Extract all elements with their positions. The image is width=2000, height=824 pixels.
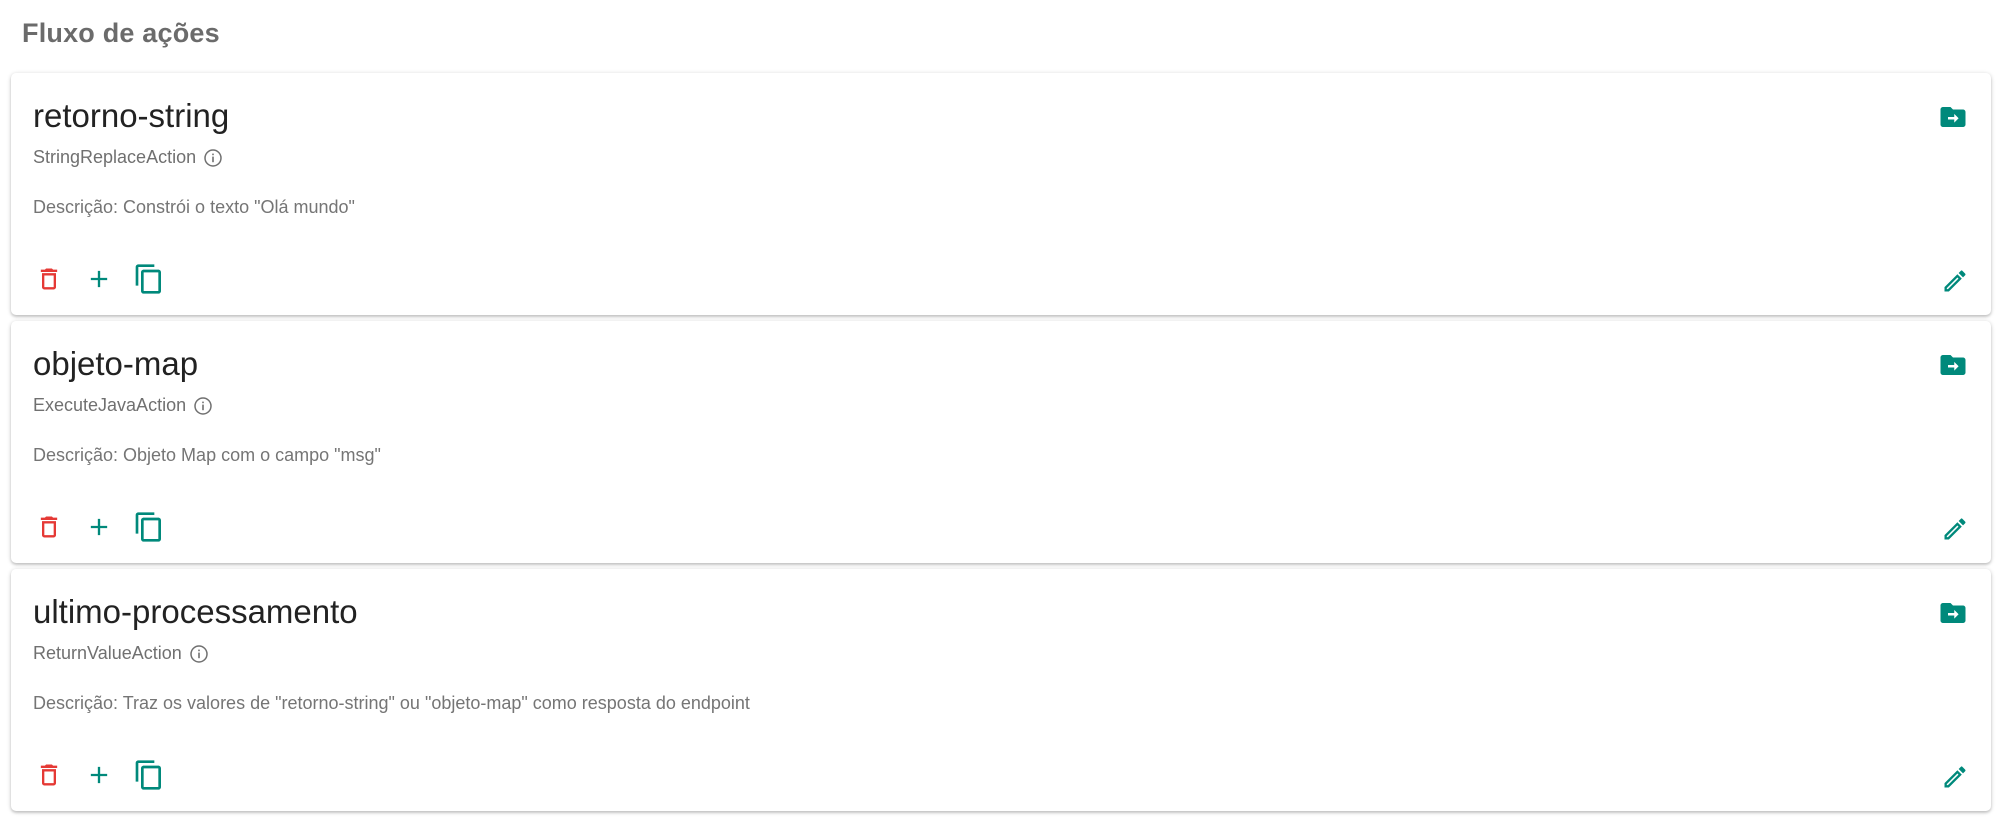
add-button[interactable] (83, 263, 115, 295)
action-buttons (33, 263, 165, 295)
action-description: Descrição: Objeto Map com o campo "msg" (33, 445, 381, 465)
action-card: objeto-map ExecuteJavaAction Descrição: … (11, 321, 1991, 563)
action-card: retorno-string StringReplaceAction Descr… (11, 73, 1991, 315)
pencil-icon (1944, 766, 1966, 788)
info-icon[interactable] (189, 644, 209, 664)
action-type: StringReplaceAction (33, 147, 223, 168)
action-buttons (33, 759, 165, 791)
plus-icon (90, 766, 108, 784)
export-button[interactable] (1937, 101, 1969, 133)
copy-button[interactable] (133, 759, 165, 791)
action-flow-page: Fluxo de ações retorno-string StringRepl… (0, 0, 2000, 824)
section-title: Fluxo de ações (22, 18, 220, 48)
add-button[interactable] (83, 759, 115, 791)
copy-button[interactable] (133, 511, 165, 543)
copy-button[interactable] (133, 263, 165, 295)
folder-export-icon (1940, 355, 1966, 375)
pencil-icon (1944, 518, 1966, 540)
edit-button[interactable] (1939, 513, 1971, 545)
delete-button[interactable] (33, 263, 65, 295)
export-button[interactable] (1937, 349, 1969, 381)
action-card: ultimo-processamento ReturnValueAction D… (11, 569, 1991, 811)
pencil-icon (1944, 270, 1966, 292)
action-type-label: ReturnValueAction (33, 643, 182, 663)
action-type: ExecuteJavaAction (33, 395, 213, 416)
copy-icon (135, 512, 161, 542)
folder-export-icon (1940, 107, 1966, 127)
export-button[interactable] (1937, 597, 1969, 629)
action-title: retorno-string (33, 97, 230, 134)
info-icon[interactable] (193, 396, 213, 416)
trash-icon (40, 516, 58, 538)
action-buttons (33, 511, 165, 543)
trash-icon (40, 268, 58, 290)
copy-icon (135, 264, 161, 294)
action-type: ReturnValueAction (33, 643, 209, 664)
delete-button[interactable] (33, 511, 65, 543)
action-card-list: retorno-string StringReplaceAction Descr… (11, 73, 1991, 817)
edit-button[interactable] (1939, 761, 1971, 793)
delete-button[interactable] (33, 759, 65, 791)
copy-icon (135, 760, 161, 790)
info-icon[interactable] (203, 148, 223, 168)
action-title: ultimo-processamento (33, 593, 358, 630)
action-type-label: StringReplaceAction (33, 147, 197, 167)
trash-icon (40, 764, 58, 786)
action-title: objeto-map (33, 345, 199, 382)
edit-button[interactable] (1939, 265, 1971, 297)
action-type-label: ExecuteJavaAction (33, 395, 187, 415)
plus-icon (90, 518, 108, 536)
add-button[interactable] (83, 511, 115, 543)
action-description: Descrição: Constrói o texto "Olá mundo" (33, 197, 355, 217)
action-description: Descrição: Traz os valores de "retorno-s… (33, 693, 750, 713)
plus-icon (90, 270, 108, 288)
folder-export-icon (1940, 603, 1966, 623)
